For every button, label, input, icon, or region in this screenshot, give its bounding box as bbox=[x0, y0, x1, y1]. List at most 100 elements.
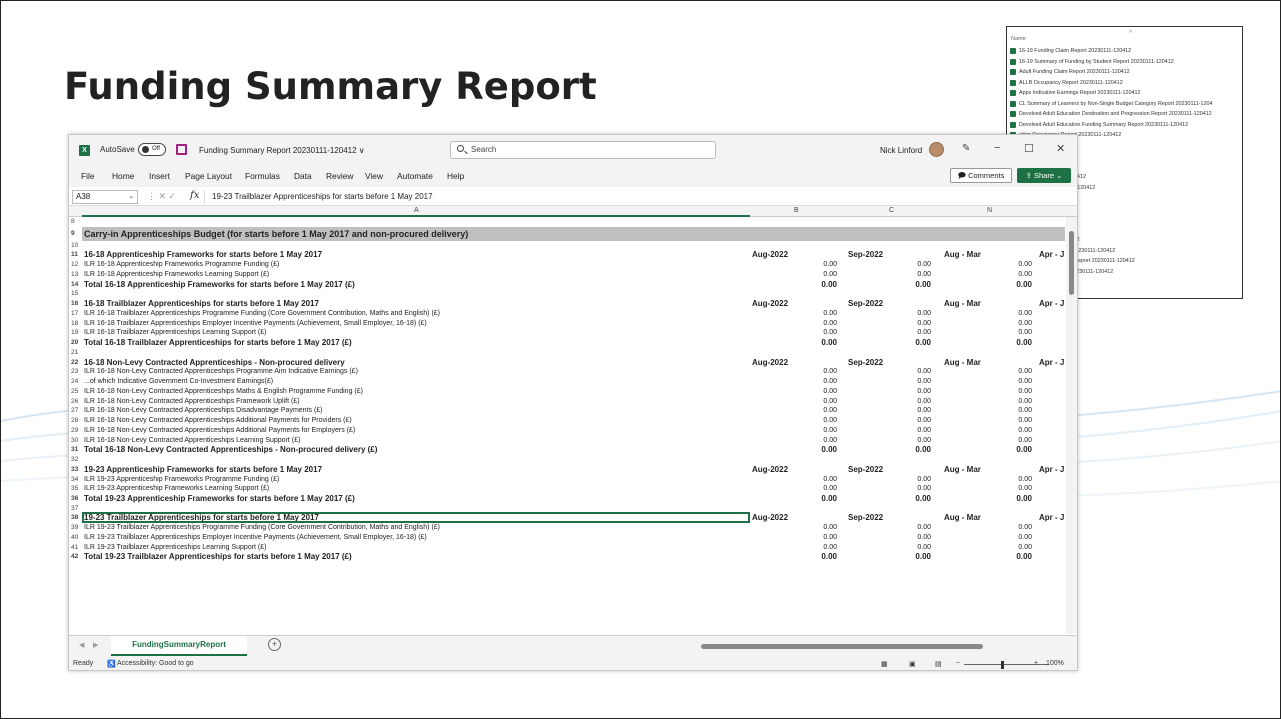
name-box[interactable]: A38 ⌄ bbox=[72, 190, 138, 204]
cell-n[interactable]: 0.00 bbox=[942, 377, 1037, 387]
formula-cancel-confirm-icons[interactable]: ⋮ ✕ ✓ bbox=[147, 191, 176, 202]
cell-b[interactable]: 0.00 bbox=[750, 338, 842, 348]
cell-a[interactable]: ILR 16-18 Trailblazer Apprenticeships Em… bbox=[84, 319, 749, 329]
file-list-item[interactable]: CL Summary of Learners by Non-Single Bud… bbox=[1010, 99, 1242, 110]
normal-view-icon[interactable]: ▦ bbox=[881, 660, 888, 668]
row-number[interactable]: 33 bbox=[69, 464, 82, 475]
cell-a[interactable]: Total 19-23 Trailblazer Apprenticeships … bbox=[84, 552, 749, 562]
cell-a[interactable]: 16-18 Non-Levy Contracted Apprenticeship… bbox=[84, 358, 749, 368]
row-number[interactable]: 42 bbox=[69, 552, 82, 563]
cell-n[interactable]: 0.00 bbox=[942, 280, 1037, 290]
vertical-scroll-thumb[interactable] bbox=[1069, 231, 1074, 295]
sort-caret-icon[interactable]: ^ bbox=[1129, 30, 1132, 37]
file-list-header[interactable]: Name bbox=[1011, 36, 1026, 42]
comments-button[interactable]: 🗩 Comments bbox=[950, 168, 1012, 183]
row-number[interactable]: 27 bbox=[69, 406, 82, 417]
cell-b[interactable]: 0.00 bbox=[750, 270, 842, 280]
cell-c[interactable]: Sep-2022 bbox=[846, 465, 936, 475]
minimize-button[interactable]: − bbox=[994, 142, 1000, 154]
cell-a[interactable]: Total 19-23 Apprenticeship Frameworks fo… bbox=[84, 494, 749, 504]
cell-a[interactable]: ILR 16-18 Non-Levy Contracted Apprentice… bbox=[84, 367, 749, 377]
row-number[interactable]: 41 bbox=[69, 542, 82, 553]
row-number[interactable]: 12 bbox=[69, 260, 82, 270]
cell-a[interactable]: ILR 16-18 Apprenticeship Frameworks Lear… bbox=[84, 270, 749, 280]
row-number[interactable]: 23 bbox=[69, 367, 82, 378]
cell-c[interactable]: 0.00 bbox=[846, 387, 936, 397]
cell-b[interactable]: 0.00 bbox=[750, 484, 842, 494]
tab-home[interactable]: Home bbox=[112, 171, 134, 181]
row-number[interactable]: 18 bbox=[69, 318, 82, 329]
cell-c[interactable]: 0.00 bbox=[846, 426, 936, 436]
row-number[interactable]: 8 bbox=[69, 217, 82, 227]
cell-n[interactable]: 0.00 bbox=[942, 406, 1037, 416]
cell-n[interactable]: 0.00 bbox=[942, 270, 1037, 280]
share-button[interactable]: ⇪ Share ⌄ bbox=[1017, 168, 1071, 183]
row-number[interactable]: 37 bbox=[69, 503, 82, 514]
avatar[interactable] bbox=[929, 142, 944, 157]
cell-c[interactable]: 0.00 bbox=[846, 533, 936, 543]
cell-b[interactable]: 0.00 bbox=[750, 533, 842, 543]
autosave-toggle[interactable]: Off bbox=[138, 143, 166, 156]
cell-c[interactable]: 0.00 bbox=[846, 270, 936, 280]
cell-b[interactable]: 0.00 bbox=[750, 416, 842, 426]
zoom-slider-knob[interactable] bbox=[1001, 661, 1004, 669]
zoom-level[interactable]: 100% bbox=[1046, 660, 1064, 667]
sheet-grid[interactable]: 8 9 Carry-in Apprenticeships Budget (for s… bbox=[69, 217, 1065, 634]
cell-a[interactable]: Carry-in Apprenticeships Budget (for sta… bbox=[84, 227, 749, 241]
cell-b[interactable]: 0.00 bbox=[750, 280, 842, 290]
column-header-c[interactable]: C bbox=[889, 207, 894, 214]
cell-c[interactable]: 0.00 bbox=[846, 552, 936, 562]
cell-n[interactable]: 0.00 bbox=[942, 523, 1037, 533]
cell-n[interactable]: 0.00 bbox=[942, 416, 1037, 426]
cell-a[interactable]: ILR 16-18 Non-Levy Contracted Apprentice… bbox=[84, 426, 749, 436]
cell-a[interactable]: ILR 16-18 Non-Levy Contracted Apprentice… bbox=[84, 397, 749, 407]
cell-b[interactable]: 0.00 bbox=[750, 319, 842, 329]
cell-b[interactable]: 0.00 bbox=[750, 552, 842, 562]
file-list-item[interactable]: ALLB Occupancy Report 20230111-120412 bbox=[1010, 78, 1242, 89]
row-number[interactable]: 21 bbox=[69, 347, 82, 358]
status-accessibility[interactable]: Accessibility: Good to go bbox=[117, 660, 194, 667]
cell-a[interactable]: Total 16-18 Trailblazer Apprenticeships … bbox=[84, 338, 749, 348]
cell-a[interactable]: ILR 19-23 Apprenticeship Frameworks Lear… bbox=[84, 484, 749, 494]
cell-a[interactable]: 19-23 Apprenticeship Frameworks for star… bbox=[84, 465, 749, 475]
cell-n[interactable]: 0.00 bbox=[942, 426, 1037, 436]
cell-overflow[interactable]: Apr - J bbox=[1039, 299, 1065, 309]
cell-a[interactable]: ILR 16-18 Non-Levy Contracted Apprentice… bbox=[84, 387, 749, 397]
cell-b[interactable]: 0.00 bbox=[750, 328, 842, 338]
cell-n[interactable]: 0.00 bbox=[942, 260, 1037, 270]
cell-n[interactable]: 0.00 bbox=[942, 367, 1037, 377]
cell-b[interactable]: 0.00 bbox=[750, 387, 842, 397]
row-number[interactable]: 22 bbox=[69, 357, 82, 368]
file-list-item[interactable]: Devolved Adult Education Destination and… bbox=[1010, 109, 1242, 120]
tab-data[interactable]: Data bbox=[294, 171, 312, 181]
cell-a[interactable]: Total 16-18 Non-Levy Contracted Apprenti… bbox=[84, 445, 749, 455]
scroll-right-icon[interactable]: ▶ bbox=[93, 641, 98, 649]
cell-n[interactable]: 0.00 bbox=[942, 445, 1037, 455]
vertical-scrollbar[interactable] bbox=[1066, 217, 1077, 634]
cell-n[interactable]: 0.00 bbox=[942, 552, 1037, 562]
tab-automate[interactable]: Automate bbox=[397, 171, 433, 181]
row-number[interactable]: 15 bbox=[69, 289, 82, 300]
cell-overflow[interactable]: Apr - J bbox=[1039, 465, 1065, 475]
cell-b[interactable]: 0.00 bbox=[750, 260, 842, 270]
cell-b[interactable]: Aug-2022 bbox=[750, 358, 842, 368]
tab-formulas[interactable]: Formulas bbox=[245, 171, 280, 181]
row-number[interactable]: 39 bbox=[69, 523, 82, 533]
row-number[interactable]: 14 bbox=[69, 279, 82, 290]
row-number[interactable]: 35 bbox=[69, 484, 82, 494]
cell-n[interactable]: 0.00 bbox=[942, 319, 1037, 329]
cell-c[interactable]: 0.00 bbox=[846, 280, 936, 290]
cell-a[interactable]: ILR 19-23 Trailblazer Apprenticeships Em… bbox=[84, 533, 749, 543]
cell-b[interactable]: 0.00 bbox=[750, 494, 842, 504]
row-number[interactable]: 11 bbox=[69, 250, 82, 261]
row-number[interactable]: 19 bbox=[69, 328, 82, 339]
cell-a[interactable]: ILR 16-18 Trailblazer Apprenticeships Le… bbox=[84, 328, 749, 338]
cell-b[interactable]: 0.00 bbox=[750, 367, 842, 377]
tab-file[interactable]: File bbox=[81, 171, 95, 181]
row-number[interactable]: 26 bbox=[69, 396, 82, 407]
cell-b[interactable]: Aug-2022 bbox=[750, 465, 842, 475]
cell-a[interactable]: ILR 16-18 Apprenticeship Frameworks Prog… bbox=[84, 260, 749, 270]
cell-n[interactable]: 0.00 bbox=[942, 338, 1037, 348]
cell-n[interactable]: Aug - Mar bbox=[942, 250, 1037, 260]
cell-a[interactable]: ILR 19-23 Trailblazer Apprenticeships Pr… bbox=[84, 523, 749, 533]
